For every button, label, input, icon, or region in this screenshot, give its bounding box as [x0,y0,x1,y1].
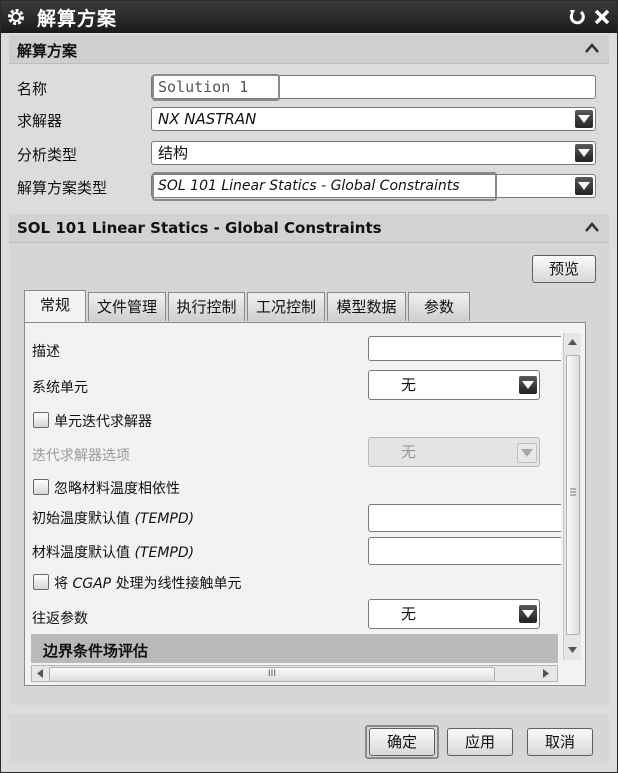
system-units-label: 系统单元 [32,380,88,396]
chevron-down-icon[interactable] [519,376,537,394]
solution-section-header[interactable]: 解算方案 [9,35,609,64]
cgap-label-post: 处理为线性接触单元 [115,576,242,592]
sol-section-header[interactable]: SOL 101 Linear Statics - Global Constrai… [9,214,609,243]
iterative-options-dropdown: 无 [368,437,540,467]
initial-temp-label-cn: 初始温度默认值 [32,511,130,527]
analysis-type-dropdown[interactable]: 结构 [151,141,596,165]
cgap-label-pre: 将 [54,576,68,592]
solution-dialog: 解算方案 解算方案 名称 Solution 1 求解器 NX NASTRAN 分… [0,0,618,773]
chevron-down-icon[interactable] [519,605,537,623]
cgap-label: 将 CGAP 处理为线性接触单元 [54,573,242,593]
material-temp-label-cn: 材料温度默认值 [32,545,130,561]
boundary-section-title: 边界条件场评估 [43,642,149,660]
horizontal-scrollbar[interactable]: III [31,665,558,682]
solution-section-title: 解算方案 [17,42,78,60]
return-params-dropdown[interactable]: 无 [368,599,540,629]
initial-temp-label: 初始温度默认值 (TEMPD) [32,508,194,528]
iterative-options-value: 无 [401,443,417,461]
system-units-dropdown[interactable]: 无 [368,370,540,400]
scroll-left-arrow-icon[interactable] [37,669,43,678]
ignore-temp-checkbox[interactable] [33,479,49,495]
tab-parameters[interactable]: 参数 [408,292,470,321]
boundary-section-header[interactable]: 边界条件场评估 [31,634,558,663]
restore-icon[interactable] [566,6,588,28]
tab-case-control[interactable]: 工况控制 [247,292,325,321]
sol-section-title: SOL 101 Linear Statics - Global Constrai… [17,219,382,237]
material-temp-label: 材料温度默认值 (TEMPD) [32,542,194,562]
grip-icon [570,488,576,496]
tab-general[interactable]: 常规 [24,290,86,323]
apply-button[interactable]: 应用 [447,728,513,756]
solver-label: 求解器 [17,112,63,130]
tab-execution-control[interactable]: 执行控制 [168,292,245,321]
solver-value: NX NASTRAN [158,110,257,128]
description-input[interactable] [368,336,561,361]
scroll-down-arrow-icon[interactable] [568,647,577,653]
material-temp-input[interactable] [368,537,561,565]
vertical-scroll-thumb[interactable] [566,355,580,635]
chevron-down-icon[interactable] [575,110,593,128]
tab-model-data[interactable]: 模型数据 [327,292,406,321]
iterative-options-label: 迭代求解器选项 [32,448,130,464]
chevron-down-icon [517,443,537,463]
element-iterative-checkbox[interactable] [33,412,49,428]
cgap-checkbox[interactable] [33,574,49,590]
vertical-scrollbar[interactable] [563,333,581,660]
scroll-up-arrow-icon[interactable] [568,339,577,345]
preview-button[interactable]: 预览 [532,255,596,283]
gear-icon[interactable] [6,7,26,27]
title-bar[interactable]: 解算方案 [1,1,617,33]
description-label: 描述 [32,344,60,360]
initial-temp-input[interactable] [368,504,561,532]
solution-type-highlight [152,172,497,201]
ok-highlight [365,725,439,759]
element-iterative-label: 单元迭代求解器 [54,414,152,430]
cgap-label-en: CGAP [72,576,112,592]
solution-type-label: 解算方案类型 [17,179,108,197]
return-params-value: 无 [401,605,417,623]
horizontal-scroll-thumb[interactable]: III [49,667,495,682]
dialog-title: 解算方案 [37,8,118,30]
chevron-up-icon[interactable] [585,222,599,232]
name-highlight [152,74,280,101]
cancel-button[interactable]: 取消 [527,728,593,756]
name-label: 名称 [17,80,48,98]
material-temp-label-en: (TEMPD) [134,545,195,561]
chevron-up-icon[interactable] [585,43,599,53]
initial-temp-label-en: (TEMPD) [134,511,195,527]
chevron-down-icon[interactable] [575,177,593,195]
ignore-temp-label: 忽略材料温度相依性 [54,481,180,497]
system-units-value: 无 [401,376,417,394]
tab-file-management[interactable]: 文件管理 [88,292,166,321]
analysis-type-value: 结构 [158,144,189,162]
solver-dropdown[interactable]: NX NASTRAN [151,107,596,131]
close-icon[interactable] [591,6,613,28]
return-params-label: 往返参数 [32,611,88,627]
chevron-down-icon[interactable] [575,144,593,162]
dialog-footer [9,714,609,764]
analysis-type-label: 分析类型 [17,146,78,164]
scroll-right-arrow-icon[interactable] [543,669,549,678]
